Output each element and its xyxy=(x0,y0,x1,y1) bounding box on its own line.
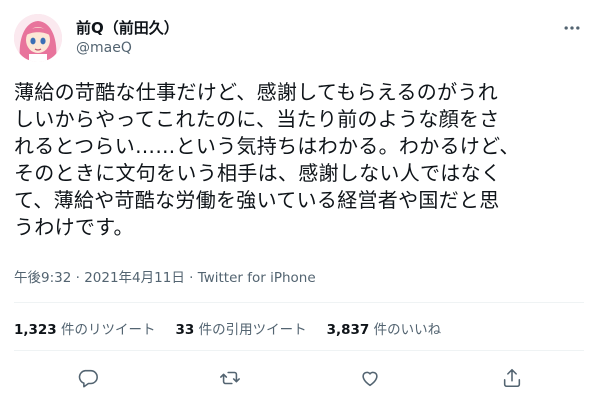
display-name[interactable]: 前Q（前田久） xyxy=(76,18,179,38)
divider xyxy=(14,350,584,351)
action-bar xyxy=(0,362,598,394)
share-icon[interactable] xyxy=(500,366,524,390)
author-names: 前Q（前田久） @maeQ xyxy=(76,18,179,57)
handle[interactable]: @maeQ xyxy=(76,39,179,57)
reply-icon[interactable] xyxy=(76,366,100,390)
quotes-label: 件の引用ツイート xyxy=(194,322,307,338)
retweet-icon[interactable] xyxy=(218,366,242,390)
retweets-stat[interactable]: 1,323 件のリツイート xyxy=(14,318,156,338)
likes-count: 3,837 xyxy=(326,322,370,338)
tweet-text: 薄給の苛酷な仕事だけど、感謝してもらえるのがうれ しいからやってこれたのに、当た… xyxy=(14,80,520,239)
quotes-stat[interactable]: 33 件の引用ツイート xyxy=(176,318,307,338)
meta-separator: · xyxy=(71,270,85,286)
avatar[interactable] xyxy=(14,14,62,62)
more-icon[interactable] xyxy=(560,18,584,38)
quotes-count: 33 xyxy=(175,322,195,338)
tweet-header: 前Q（前田久） @maeQ xyxy=(14,10,584,62)
divider xyxy=(14,302,584,303)
like-icon[interactable] xyxy=(358,366,382,390)
tweet-source[interactable]: Twitter for iPhone xyxy=(198,270,316,286)
retweets-count: 1,323 xyxy=(14,322,57,338)
tweet-date[interactable]: 2021年4月11日 xyxy=(84,270,185,286)
tweet-time[interactable]: 午後9:32 xyxy=(14,270,71,286)
tweet-meta: 午後9:32 · 2021年4月11日 · Twitter for iPhone xyxy=(14,266,316,286)
retweets-label: 件のリツイート xyxy=(56,322,156,338)
tweet-stats: 1,323 件のリツイート 33 件の引用ツイート 3,837 件のいいね xyxy=(14,318,441,338)
meta-separator: · xyxy=(184,270,198,286)
likes-label: 件のいいね xyxy=(369,322,442,338)
likes-stat[interactable]: 3,837 件のいいね xyxy=(327,318,442,338)
